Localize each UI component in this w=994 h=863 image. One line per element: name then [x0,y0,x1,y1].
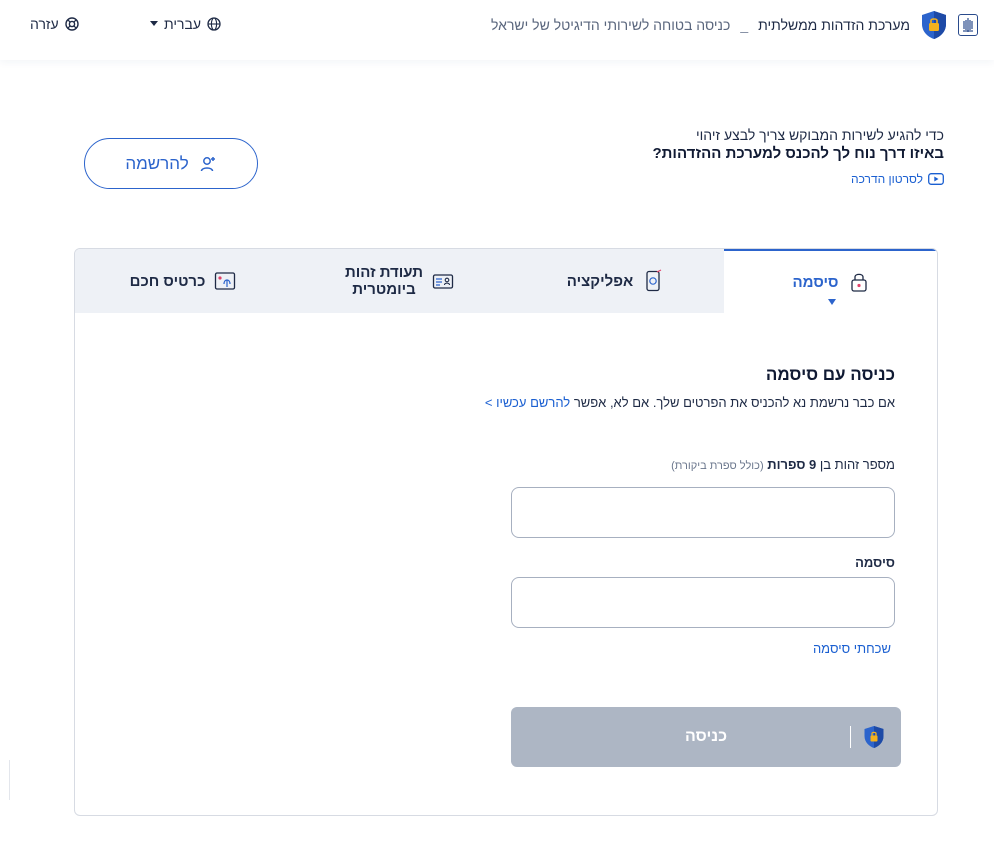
globe-icon [207,17,221,31]
id-label-hint: (כולל ספרת ביקורת) [671,460,764,472]
tutorial-video-label: לסרטון הדרכה [850,172,923,186]
play-video-icon [928,173,944,185]
password-label-text: סיסמה [855,555,895,570]
help-label: עזרה [30,16,59,32]
password-form-header: כניסה עם סיסמה אם כבר נרשמת נא להכניס את… [395,365,895,410]
forgot-password-link[interactable]: שכחתי סיסמה [813,641,891,656]
id-label-bold: 9 ספרות [767,457,817,472]
tab-app[interactable]: אפליקציה [508,249,724,313]
system-name: מערכת הזדהות ממשלתית [758,17,910,33]
login-card: סיסמה אפליקציה תעודת זהות ביומטרית כרטיס… [74,248,938,816]
tab-label-line2: ביומטרית [352,281,416,298]
password-label: סיסמה [855,555,895,570]
tab-label: כרטיס חכם [129,272,206,290]
button-divider [850,726,851,748]
mobile-app-icon [646,269,662,292]
register-button[interactable]: להרשמה [84,138,258,189]
tab-smart-card[interactable]: כרטיס חכם [75,249,292,313]
state-emblem-icon [958,14,978,36]
password-input[interactable] [511,577,895,628]
tab-biometric-id[interactable]: תעודת זהות ביומטרית [292,249,508,313]
smart-card-icon [215,272,236,290]
id-number-label: מספר זהות בן 9 ספרות (כולל ספרת ביקורת) [671,457,895,472]
id-card-icon [432,274,454,289]
chevron-down-icon [150,21,158,26]
intro-line: כדי להגיע לשירות המבוקש צריך לבצע זיהוי [696,127,944,143]
intro-question: באיזו דרך נוח לך להכנס למערכת ההזדהות? [652,145,945,162]
top-bar: מערכת הזדהות ממשלתית _ כניסה בטוחה לשירו… [0,0,994,60]
register-button-label: להרשמה [125,153,189,173]
tutorial-video-link[interactable]: לסרטון הדרכה [653,172,945,186]
edge-marker [9,760,10,800]
help-lifebuoy-icon [64,17,79,31]
tab-password[interactable]: סיסמה [724,249,937,313]
login-method-tabs: סיסמה אפליקציה תעודת זהות ביומטרית כרטיס… [75,249,937,313]
tab-label: אפליקציה [566,272,634,290]
user-plus-icon [200,156,215,171]
header-separator: _ [740,17,749,33]
tab-label: סיסמה [792,273,839,291]
form-subtitle: אם כבר נרשמת נא להכניס את הפרטים שלך. אם… [395,395,895,410]
brand-group: מערכת הזדהות ממשלתית _ כניסה בטוחה לשירו… [491,10,978,40]
shield-lock-icon [864,726,884,748]
form-title: כניסה עם סיסמה [765,365,895,384]
register-now-link[interactable]: להרשם עכשיו > [485,395,570,410]
id-label-prefix: מספר זהות בן [819,457,895,472]
active-tab-indicator-icon [827,299,836,305]
id-number-input[interactable] [511,487,895,538]
language-label: עברית [164,16,202,32]
tab-label-line1: תעודת זהות [344,264,424,281]
form-subtitle-text: אם כבר נרשמת נא להכניס את הפרטים שלך. אם… [573,395,895,410]
language-selector[interactable]: עברית [150,16,221,32]
login-submit-label: כניסה [684,728,728,745]
login-submit-button[interactable]: כניסה [511,707,901,767]
system-tagline: כניסה בטוחה לשירותי הדיגיטל של ישראל [491,17,731,33]
lock-icon [850,273,867,292]
shield-lock-icon [922,11,946,39]
tab-label: תעודת זהות ביומטרית [345,264,423,298]
intro-section: כדי להגיע לשירות המבוקש צריך לבצע זיהוי … [653,127,945,186]
help-link[interactable]: עזרה [30,16,79,32]
